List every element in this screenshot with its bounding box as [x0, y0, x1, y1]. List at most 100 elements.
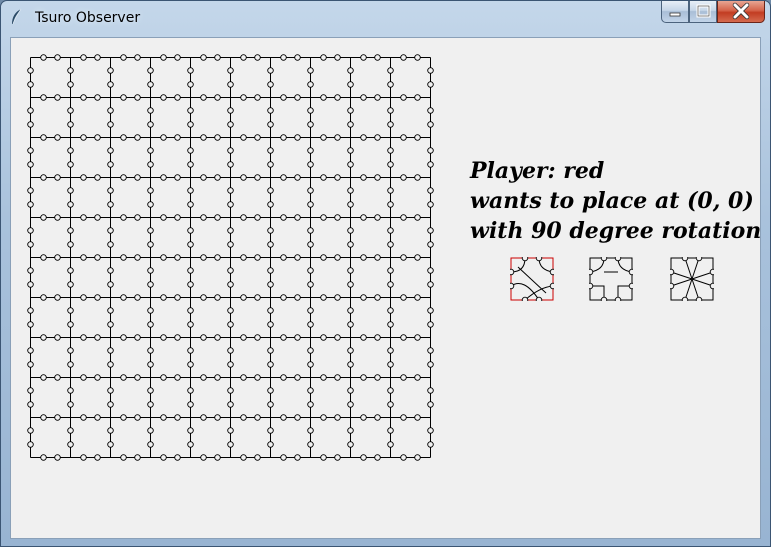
port-marker — [307, 281, 314, 288]
port-marker — [267, 401, 274, 408]
port-marker — [307, 427, 314, 434]
port-marker — [280, 214, 287, 221]
port-marker — [94, 254, 101, 261]
hand-tile-bridge-icon[interactable] — [589, 257, 633, 301]
port-marker — [120, 374, 127, 381]
port-marker — [67, 227, 74, 234]
port-marker — [160, 294, 167, 301]
port-marker — [67, 401, 74, 408]
port-marker — [320, 214, 327, 221]
port-marker — [187, 241, 194, 248]
port-marker — [347, 187, 354, 194]
port-marker — [107, 321, 114, 328]
port-marker — [134, 254, 141, 261]
port-marker — [67, 321, 74, 328]
port-marker — [387, 241, 394, 248]
port-marker — [427, 227, 434, 234]
port-marker — [294, 174, 301, 181]
port-marker — [134, 294, 141, 301]
port-marker — [414, 134, 421, 141]
port-marker — [27, 147, 34, 154]
tile-port — [614, 296, 622, 301]
tile-port — [670, 282, 675, 290]
port-marker — [160, 214, 167, 221]
port-marker — [400, 414, 407, 421]
port-marker — [400, 334, 407, 341]
hand-tile-curved-icon[interactable] — [510, 257, 554, 301]
port-marker — [174, 214, 181, 221]
port-marker — [414, 54, 421, 61]
port-marker — [160, 414, 167, 421]
port-marker — [360, 334, 367, 341]
port-marker — [360, 294, 367, 301]
port-marker — [187, 401, 194, 408]
port-marker — [374, 414, 381, 421]
port-marker — [134, 94, 141, 101]
maximize-button[interactable] — [689, 1, 717, 23]
port-marker — [94, 54, 101, 61]
port-marker — [360, 454, 367, 461]
tile-port — [681, 296, 689, 301]
port-marker — [27, 347, 34, 354]
port-marker — [147, 401, 154, 408]
port-marker — [27, 281, 34, 288]
port-marker — [227, 267, 234, 274]
port-marker — [254, 294, 261, 301]
observer-canvas: Player: red wants to place at (0, 0) wit… — [10, 37, 761, 539]
port-marker — [294, 414, 301, 421]
port-marker — [147, 107, 154, 114]
port-marker — [27, 201, 34, 208]
port-marker — [387, 307, 394, 314]
hand-tile-star-icon[interactable] — [670, 257, 714, 301]
port-marker — [107, 307, 114, 314]
port-marker — [40, 414, 47, 421]
port-marker — [360, 214, 367, 221]
port-marker — [67, 307, 74, 314]
port-marker — [374, 94, 381, 101]
minimize-button[interactable] — [661, 1, 689, 23]
port-marker — [147, 361, 154, 368]
port-marker — [107, 227, 114, 234]
port-marker — [307, 307, 314, 314]
tile-port — [670, 268, 675, 276]
port-marker — [67, 387, 74, 394]
port-marker — [400, 94, 407, 101]
port-marker — [227, 121, 234, 128]
port-marker — [134, 134, 141, 141]
port-marker — [427, 187, 434, 194]
title-bar[interactable]: Tsuro Observer — [1, 1, 770, 35]
port-marker — [147, 441, 154, 448]
app-window: Tsuro Observer Player: red wants to plac… — [0, 0, 771, 547]
port-marker — [94, 174, 101, 181]
port-marker — [360, 254, 367, 261]
port-marker — [267, 281, 274, 288]
port-marker — [427, 281, 434, 288]
port-marker — [80, 94, 87, 101]
port-marker — [147, 81, 154, 88]
port-marker — [427, 427, 434, 434]
port-marker — [267, 201, 274, 208]
port-marker — [240, 174, 247, 181]
port-marker — [240, 54, 247, 61]
port-marker — [27, 187, 34, 194]
port-marker — [280, 134, 287, 141]
port-marker — [227, 161, 234, 168]
port-marker — [267, 187, 274, 194]
port-marker — [147, 241, 154, 248]
port-marker — [307, 67, 314, 74]
close-button[interactable] — [717, 1, 765, 23]
port-marker — [147, 201, 154, 208]
port-marker — [174, 174, 181, 181]
port-marker — [227, 227, 234, 234]
port-marker — [187, 161, 194, 168]
port-marker — [334, 54, 341, 61]
port-marker — [174, 334, 181, 341]
port-marker — [27, 267, 34, 274]
port-marker — [27, 107, 34, 114]
port-marker — [40, 334, 47, 341]
port-marker — [307, 267, 314, 274]
port-marker — [240, 214, 247, 221]
port-marker — [187, 147, 194, 154]
port-marker — [427, 441, 434, 448]
port-marker — [54, 174, 61, 181]
